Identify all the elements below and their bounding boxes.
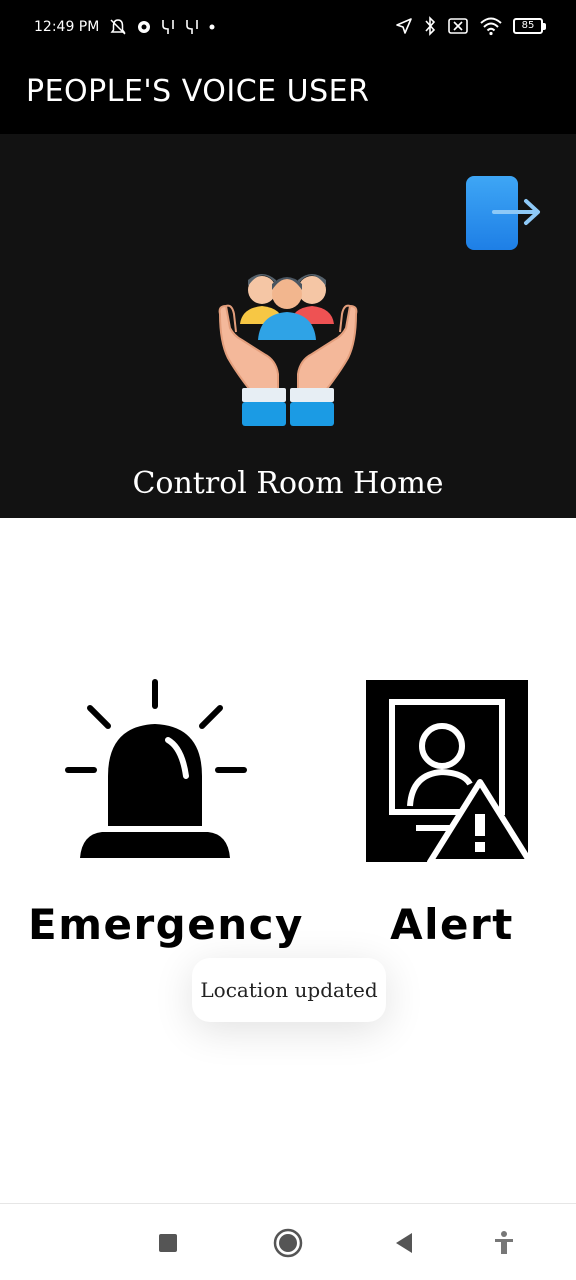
- person-warning-icon: [366, 680, 533, 865]
- header-title: Control Room Home: [132, 466, 444, 501]
- back-triangle-icon: [396, 1233, 412, 1253]
- status-bar: 12:49 PM 85: [0, 0, 576, 56]
- logout-icon: [466, 176, 540, 250]
- alert-label: Alert: [390, 900, 514, 949]
- home-circle-icon: [273, 1228, 303, 1258]
- accessibility-icon: [495, 1231, 513, 1254]
- y-app-icon: [185, 18, 199, 36]
- recents-square-icon: [159, 1234, 177, 1252]
- emergency-button[interactable]: Emergency: [28, 676, 312, 956]
- people-in-hands-icon: [212, 262, 364, 434]
- siren-icon: [65, 679, 247, 858]
- status-left: 12:49 PM: [34, 18, 215, 36]
- status-right: 85: [395, 16, 546, 36]
- toast-message: Location updated: [192, 958, 386, 1022]
- status-time: 12:49 PM: [34, 19, 100, 35]
- logout-button[interactable]: [462, 174, 546, 254]
- emergency-label: Emergency: [28, 900, 304, 949]
- battery-level: 85: [513, 18, 543, 34]
- nav-bar: [0, 1203, 576, 1280]
- app-bar: PEOPLE'S VOICE USER: [0, 56, 576, 134]
- y-app-icon: [161, 18, 175, 36]
- app-title: PEOPLE'S VOICE USER: [26, 74, 370, 109]
- screen: 12:49 PM 85 PEOPLE'S VOICE USER Control …: [0, 0, 576, 1280]
- accessibility-button[interactable]: [487, 1226, 521, 1260]
- recents-button[interactable]: [151, 1226, 185, 1260]
- bluetooth-icon: [423, 16, 437, 36]
- sim-off-icon: [447, 17, 469, 35]
- home-button[interactable]: [271, 1226, 305, 1260]
- alert-button[interactable]: Alert: [360, 676, 536, 956]
- wifi-icon: [479, 16, 503, 36]
- location-arrow-icon: [395, 17, 413, 35]
- dot-icon: [209, 24, 215, 30]
- back-button[interactable]: [387, 1226, 421, 1260]
- app-icon: [137, 20, 151, 34]
- battery-tip: [543, 22, 546, 30]
- bell-off-icon: [109, 18, 127, 36]
- header-panel: Control Room Home: [0, 134, 576, 518]
- battery-icon: 85: [513, 18, 546, 34]
